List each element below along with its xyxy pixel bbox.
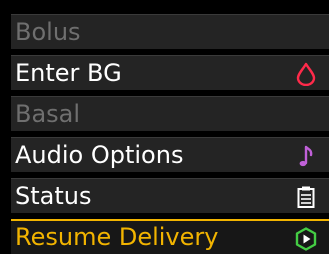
menu-item-enter-bg[interactable]: Enter BG [11,55,329,90]
play-circle-icon [295,227,317,251]
menu-item-label: Audio Options [15,141,184,169]
menu-item-label: Resume Delivery [15,223,219,251]
menu-item-audio-options[interactable]: Audio Options [11,137,329,172]
menu-item-label: Basal [15,100,81,128]
pump-menu: Bolus Enter BG Basal Audio Options Statu… [11,14,329,254]
blood-drop-icon [295,62,317,86]
menu-item-label: Enter BG [15,59,122,87]
menu-item-basal: Basal [11,96,329,131]
menu-item-label: Bolus [15,18,81,46]
music-note-icon [295,144,317,168]
clipboard-icon [295,185,317,209]
menu-item-label: Status [15,182,92,210]
menu-item-status[interactable]: Status [11,178,329,213]
menu-item-resume-delivery[interactable]: Resume Delivery [11,219,329,254]
menu-item-bolus: Bolus [11,14,329,49]
